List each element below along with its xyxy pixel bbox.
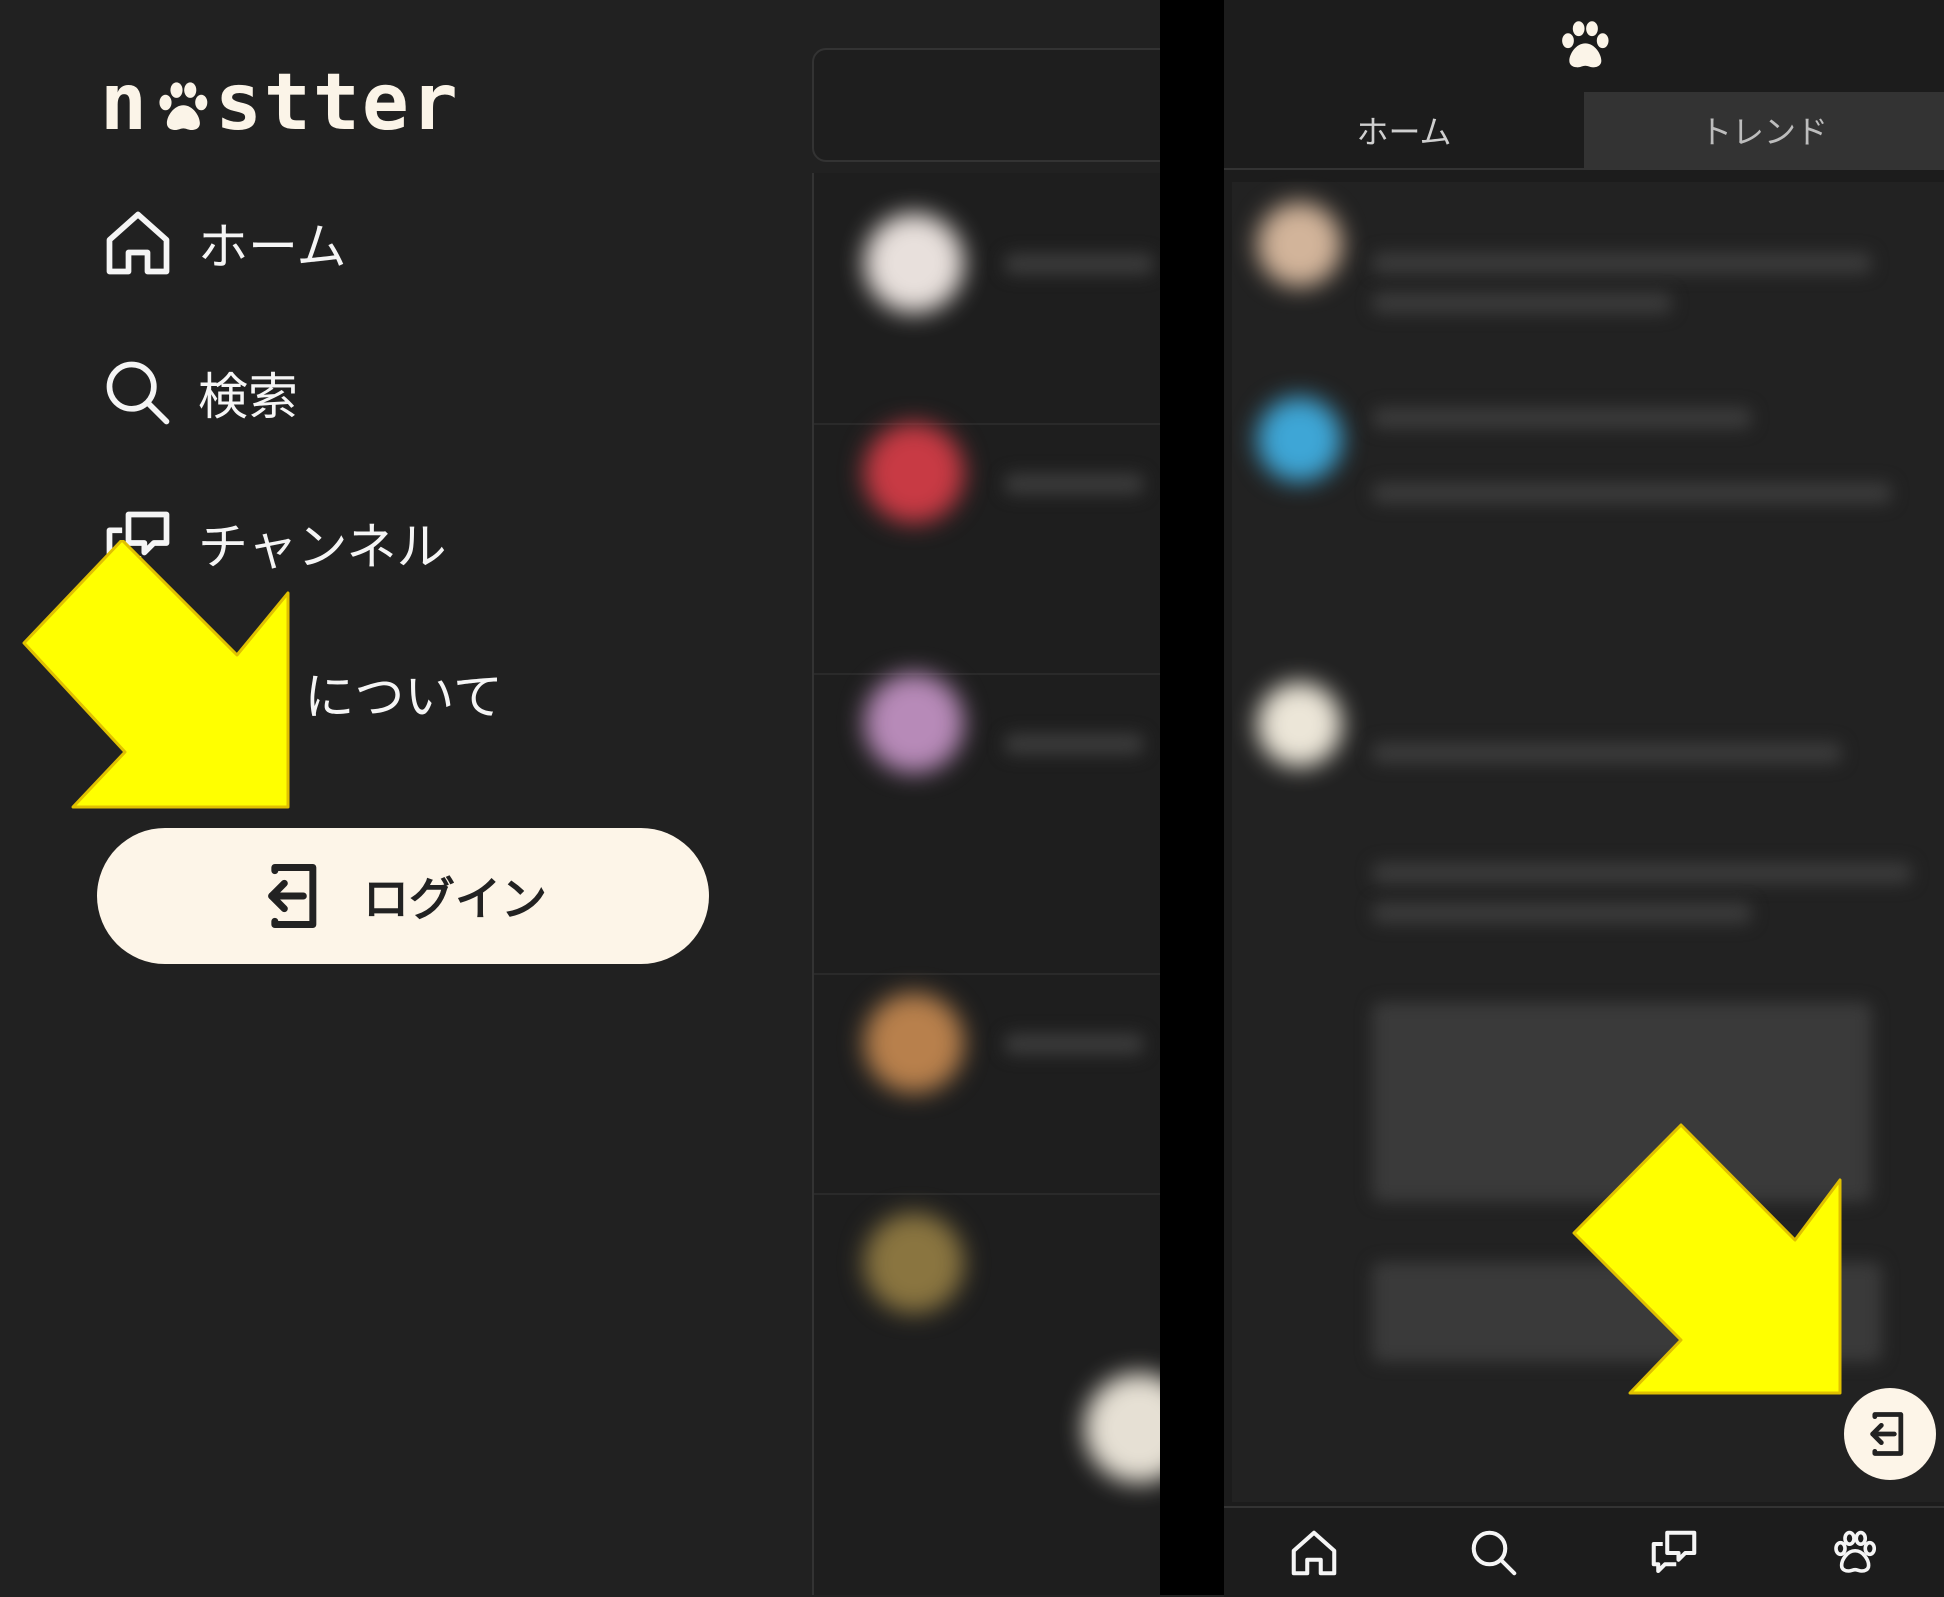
mobile-panel: ホーム トレンド [1224,0,1944,1595]
avatar [864,993,964,1093]
avatar [864,213,964,313]
bottom-nav-search[interactable] [1464,1523,1524,1583]
post-text-line [1004,253,1154,275]
post-divider [814,973,1160,975]
bottom-nav-home[interactable] [1284,1523,1344,1583]
login-label: ログイン [363,873,547,925]
timeline-tab-bar [812,48,1160,162]
panel-divider [1160,0,1224,1595]
paw-icon[interactable] [1552,14,1616,78]
timeline-feed [812,173,1160,1595]
avatar [864,673,964,773]
login-fab-button[interactable] [1844,1388,1936,1480]
post-text-line [1372,292,1672,314]
post-divider [814,1193,1160,1195]
highlight-arrow [1572,1123,1842,1395]
post-divider [814,423,1160,425]
timeline-preview [812,48,1160,1595]
post-text-line [1372,902,1752,924]
post-text-line [1004,733,1144,755]
avatar [864,1213,964,1313]
avatar [1257,202,1342,287]
nav-item-home[interactable]: ホーム [100,198,347,288]
paw-icon [159,81,208,130]
login-button[interactable]: ログイン [97,828,709,964]
home-icon [106,211,170,275]
search-icon [1471,1530,1517,1575]
login-icon [1870,1412,1904,1456]
avatar [1257,682,1342,767]
highlight-arrow [22,540,290,809]
avatar [1084,1373,1160,1483]
post-text-line [1372,742,1842,764]
nav-item-search[interactable]: 検索 [100,348,298,438]
post-text-line [1372,862,1912,884]
paw-icon [1834,1530,1877,1573]
mobile-tabs: ホーム トレンド [1224,92,1944,170]
desktop-panel: n stter ホーム 検索 チャンネル tter について ログイン [0,0,1160,1595]
nav-label-search: 検索 [198,368,298,426]
post-divider [814,673,1160,675]
nostter-logo[interactable]: n stter [100,58,460,148]
tab-home[interactable]: ホーム [1224,92,1584,168]
bottom-nav [1224,1506,1944,1597]
post-text-line [1372,482,1892,504]
mobile-header [1224,0,1944,92]
post-text-line [1372,252,1872,274]
bottom-nav-paw[interactable] [1824,1523,1884,1583]
search-icon [106,361,170,425]
login-icon [268,864,317,928]
post-text-line [1372,407,1752,429]
post-text-line [1004,473,1144,495]
home-icon [1291,1530,1337,1575]
post-text-line [1004,1033,1144,1055]
channel-icon [1651,1530,1697,1573]
bottom-nav-channel[interactable] [1644,1523,1704,1583]
avatar [1257,397,1342,482]
avatar [864,423,964,523]
nav-label-home: ホーム [198,218,347,276]
tab-trend[interactable]: トレンド [1584,92,1944,168]
